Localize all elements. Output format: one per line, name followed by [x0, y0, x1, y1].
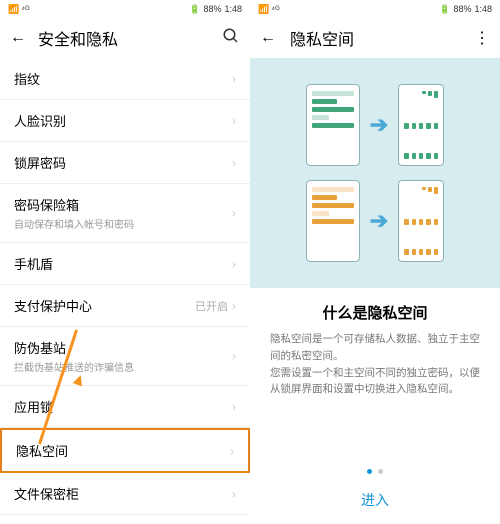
chevron-right-icon: › — [232, 72, 236, 86]
battery-pct: 88% — [453, 4, 471, 14]
back-icon[interactable]: ← — [10, 29, 26, 47]
illus-row-1: ➔ — [250, 84, 500, 166]
network-icon: ⁴ᴳ — [271, 4, 279, 14]
phone-main-orange — [306, 180, 360, 262]
status-bar: 📶 ⁴ᴳ 🔋 88% 1:48 — [250, 0, 500, 18]
more-icon[interactable]: ⋮ — [474, 28, 490, 48]
settings-list: 指纹› 人脸识别› 锁屏密码› 密码保险箱自动保存和填入帐号和密码› 手机盾› … — [0, 58, 250, 524]
screen-security-privacy: 📶 ⁴ᴳ 🔋 88% 1:48 ← 安全和隐私 指纹› 人脸识别› 锁屏密码› … — [0, 0, 250, 524]
pager-dot — [378, 469, 383, 474]
phone-main-green — [306, 84, 360, 166]
page-title: 隐私空间 — [290, 26, 460, 50]
status-bar: 📶 ⁴ᴳ 🔋 88% 1:48 — [0, 0, 250, 18]
pager-dot-active — [367, 469, 372, 474]
chevron-right-icon: › — [232, 349, 236, 363]
arrow-right-icon: ➔ — [370, 112, 388, 138]
battery-icon: 🔋 — [439, 4, 450, 15]
illustration-panel: ➔ ➔ — [250, 58, 500, 288]
page-indicator — [250, 457, 500, 480]
battery-pct: 88% — [203, 4, 221, 14]
row-app-lock[interactable]: 应用锁› — [0, 386, 250, 428]
phone-private-green — [398, 84, 444, 166]
chevron-right-icon: › — [230, 444, 234, 458]
clock: 1:48 — [474, 4, 492, 14]
row-lock-password[interactable]: 锁屏密码› — [0, 142, 250, 184]
row-private-space[interactable]: 隐私空间› — [0, 428, 250, 473]
enter-button[interactable]: 进入 — [250, 480, 500, 524]
row-payment-protection[interactable]: 支付保护中心已开启› — [0, 285, 250, 327]
section-heading: 什么是隐私空间 — [250, 288, 500, 331]
network-icon: ⁴ᴳ — [21, 4, 29, 14]
description-2: 您需设置一个和主空间不同的独立密码，以便从锁屏界面和设置中切换进入隐私空间。 — [250, 365, 500, 399]
arrow-right-icon: ➔ — [370, 208, 388, 234]
illus-row-2: ➔ — [250, 180, 500, 262]
chevron-right-icon: › — [232, 206, 236, 220]
chevron-right-icon: › — [232, 114, 236, 128]
chevron-right-icon: › — [232, 487, 236, 501]
row-phone-shield[interactable]: 手机盾› — [0, 243, 250, 285]
header: ← 安全和隐私 — [0, 18, 250, 58]
header: ← 隐私空间 ⋮ — [250, 18, 500, 58]
chevron-right-icon: › — [232, 400, 236, 414]
row-fingerprint[interactable]: 指纹› — [0, 58, 250, 100]
signal-icon: 📶 — [8, 4, 19, 15]
row-fake-station[interactable]: 防伪基站拦截伪基站推送的诈骗信息› — [0, 327, 250, 386]
battery-icon: 🔋 — [189, 4, 200, 15]
row-face-recognition[interactable]: 人脸识别› — [0, 100, 250, 142]
back-icon[interactable]: ← — [260, 29, 276, 47]
chevron-right-icon: › — [232, 257, 236, 271]
row-password-vault[interactable]: 密码保险箱自动保存和填入帐号和密码› — [0, 184, 250, 243]
row-file-safe[interactable]: 文件保密柜› — [0, 473, 250, 515]
clock: 1:48 — [224, 4, 242, 14]
page-title: 安全和隐私 — [38, 26, 210, 50]
search-icon[interactable] — [222, 27, 240, 50]
chevron-right-icon: › — [232, 299, 236, 313]
screen-private-space: 📶 ⁴ᴳ 🔋 88% 1:48 ← 隐私空间 ⋮ ➔ — [250, 0, 500, 524]
signal-icon: 📶 — [258, 4, 269, 15]
phone-private-orange — [398, 180, 444, 262]
chevron-right-icon: › — [232, 156, 236, 170]
description-1: 隐私空间是一个可存储私人数据、独立于主空间的私密空间。 — [250, 331, 500, 365]
row-more-security[interactable]: 更多安全设置卡锁、未知来源下载› — [0, 515, 250, 524]
